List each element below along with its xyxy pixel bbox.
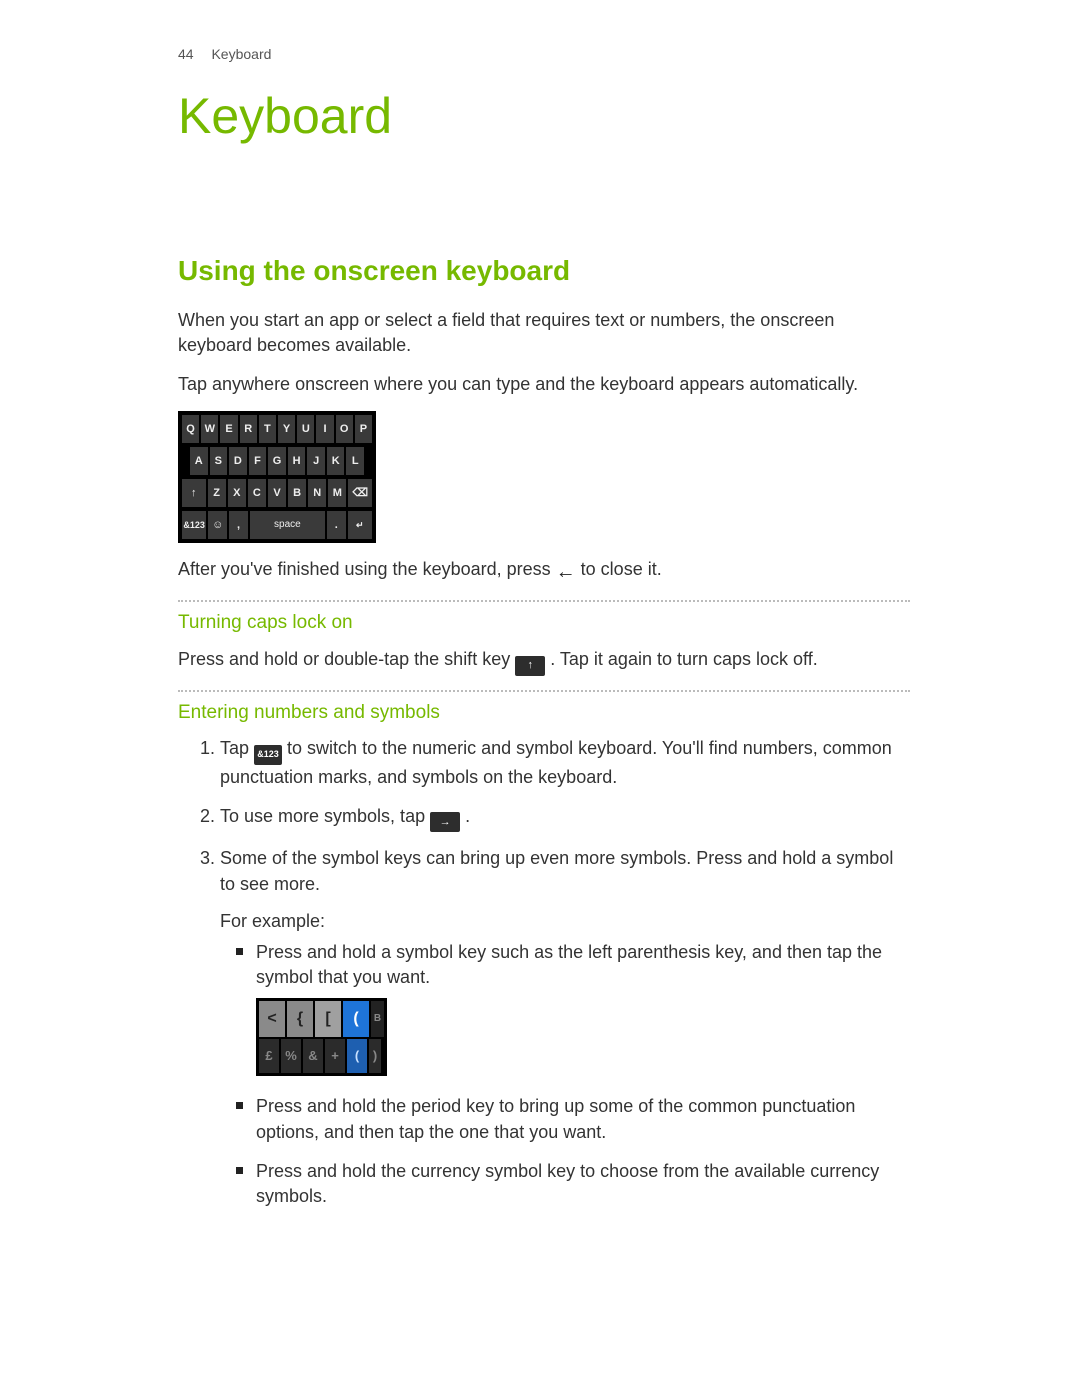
- bullet-1-text: Press and hold a symbol key such as the …: [256, 940, 910, 990]
- kb-key: G: [268, 447, 286, 475]
- sym-key: <: [259, 1001, 285, 1037]
- step2-text-b: .: [465, 806, 470, 826]
- step3-text: Some of the symbol keys can bring up eve…: [220, 846, 910, 896]
- step-1: Tap &123 to switch to the numeric and sy…: [220, 736, 910, 789]
- backspace-key-icon: ⌫: [348, 479, 372, 507]
- kb-key: P: [355, 415, 372, 443]
- kb-key: K: [327, 447, 345, 475]
- kb-key: H: [288, 447, 306, 475]
- comma-key: ,: [229, 511, 248, 539]
- kb-key: U: [297, 415, 314, 443]
- page-number: 44: [178, 45, 194, 65]
- after-kb-text-b: to close it.: [581, 559, 662, 579]
- kb-row-4: &123 ☺ , space . ↵: [182, 511, 372, 539]
- space-key: space: [250, 511, 325, 539]
- kb-key: O: [336, 415, 353, 443]
- step-2: To use more symbols, tap → .: [220, 804, 910, 833]
- caps-text-b: . Tap it again to turn caps lock off.: [550, 649, 818, 669]
- steps-list: Tap &123 to switch to the numeric and sy…: [178, 736, 910, 1209]
- sym-key: +: [325, 1039, 345, 1073]
- kb-key: Q: [182, 415, 199, 443]
- symbols-key-icon: &123: [254, 745, 282, 765]
- kb-key: W: [201, 415, 218, 443]
- kb-key: N: [308, 479, 326, 507]
- kb-key: X: [228, 479, 246, 507]
- symbols-key-icon: &123: [182, 511, 206, 539]
- kb-key: L: [346, 447, 364, 475]
- enter-key-icon: ↵: [348, 511, 372, 539]
- caps-lock-instruction: Press and hold or double-tap the shift k…: [178, 647, 910, 676]
- step-3: Some of the symbol keys can bring up eve…: [220, 846, 910, 1209]
- bullet-2-text: Press and hold the period key to bring u…: [256, 1096, 855, 1141]
- kb-key: C: [248, 479, 266, 507]
- period-key: .: [327, 511, 346, 539]
- intro-paragraph-1: When you start an app or select a field …: [178, 308, 910, 358]
- arrow-right-icon: →: [430, 812, 460, 832]
- sym-key-partial: ): [369, 1039, 381, 1073]
- kb-key: E: [220, 415, 237, 443]
- kb-key: J: [307, 447, 325, 475]
- kb-key: A: [190, 447, 208, 475]
- sym-key-held: (: [347, 1039, 367, 1073]
- sym-key: £: [259, 1039, 279, 1073]
- step3-example-label: For example:: [220, 909, 910, 934]
- symbol-popup-illustration: < { [ ( B £ % & + ( ): [256, 998, 387, 1076]
- sym-key: %: [281, 1039, 301, 1073]
- sym-row-2: £ % & + ( ): [259, 1039, 384, 1073]
- sym-key: [: [315, 1001, 341, 1037]
- kb-row-3: ↑ Z X C V B N M ⌫: [182, 479, 372, 507]
- sym-key: {: [287, 1001, 313, 1037]
- kb-key: D: [229, 447, 247, 475]
- kb-key: M: [328, 479, 346, 507]
- sym-row-1: < { [ ( B: [259, 1001, 384, 1037]
- section-heading: Using the onscreen keyboard: [178, 251, 910, 290]
- kb-key: S: [210, 447, 228, 475]
- kb-key: I: [316, 415, 333, 443]
- page-title: Keyboard: [178, 81, 910, 151]
- document-page: 44 Keyboard Keyboard Using the onscreen …: [0, 0, 1080, 1397]
- subhead-numbers-symbols: Entering numbers and symbols: [178, 700, 910, 727]
- divider: [178, 690, 910, 692]
- sym-key: &: [303, 1039, 323, 1073]
- caps-text-a: Press and hold or double-tap the shift k…: [178, 649, 515, 669]
- kb-row-2: A S D F G H J K L: [182, 447, 372, 475]
- shift-key-icon: ↑: [182, 479, 206, 507]
- example-bullets: Press and hold a symbol key such as the …: [220, 940, 910, 1209]
- kb-row-1: Q W E R T Y U I O P: [182, 415, 372, 443]
- page-header: 44 Keyboard: [178, 45, 910, 65]
- bullet-1: Press and hold a symbol key such as the …: [256, 940, 910, 1080]
- bullet-3: Press and hold the currency symbol key t…: [256, 1159, 910, 1209]
- sym-key-selected: (: [343, 1001, 369, 1037]
- header-section: Keyboard: [211, 46, 271, 62]
- onscreen-keyboard-illustration: Q W E R T Y U I O P A S D F G H J K L ↑ …: [178, 411, 376, 543]
- after-kb-text-a: After you've finished using the keyboard…: [178, 559, 556, 579]
- intro-paragraph-2: Tap anywhere onscreen where you can type…: [178, 372, 910, 397]
- emoji-key-icon: ☺: [208, 511, 227, 539]
- divider: [178, 600, 910, 602]
- step1-text-b: to switch to the numeric and symbol keyb…: [220, 738, 892, 786]
- back-arrow-icon: ←: [556, 558, 576, 586]
- kb-key: R: [240, 415, 257, 443]
- shift-key-icon: ↑: [515, 656, 545, 676]
- kb-key: Y: [278, 415, 295, 443]
- bullet-2: Press and hold the period key to bring u…: [256, 1094, 910, 1144]
- kb-key: T: [259, 415, 276, 443]
- kb-key: F: [249, 447, 267, 475]
- after-keyboard-note: After you've finished using the keyboard…: [178, 557, 910, 586]
- step1-text-a: Tap: [220, 738, 254, 758]
- kb-key: B: [288, 479, 306, 507]
- bullet-3-text: Press and hold the currency symbol key t…: [256, 1161, 879, 1206]
- kb-key: Z: [208, 479, 226, 507]
- step2-text-a: To use more symbols, tap: [220, 806, 430, 826]
- subhead-caps-lock: Turning caps lock on: [178, 610, 910, 637]
- kb-key: V: [268, 479, 286, 507]
- sym-key-partial: B: [371, 1001, 384, 1037]
